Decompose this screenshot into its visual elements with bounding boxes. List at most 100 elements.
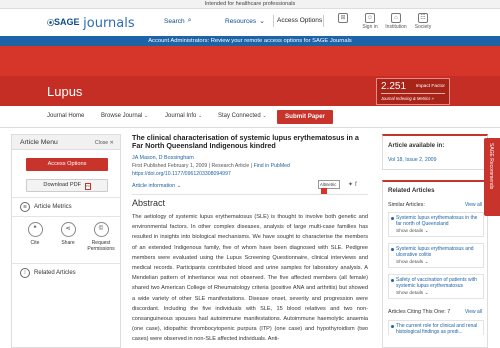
share-tools: ❝ Cite ⋖ Share © Request Permissions	[20, 222, 116, 262]
cart-icon: ⊞	[338, 13, 348, 23]
article-authors[interactable]: JA Mason, D Bossingham	[132, 155, 194, 161]
find-in-pubmed-link[interactable]: Find in PubMed	[254, 163, 290, 169]
show-details-label: Show details	[396, 291, 424, 297]
similar-article-title[interactable]: Systemic lupus erythematosus in the far …	[389, 213, 483, 227]
chevron-down-icon: ⌄	[424, 291, 429, 297]
site-header: ⦿SAGE journals Search ⌕ Resources ⌄ Acce…	[0, 9, 500, 36]
submit-paper-button[interactable]: Submit Paper	[277, 110, 333, 124]
admin-access-notice[interactable]: Account Administrators: Review your remo…	[0, 36, 500, 46]
article-title: The clinical characterisation of systemi…	[132, 133, 359, 151]
right-sidebar: Article available in: Vol 18, Issue 2, 2…	[382, 134, 488, 348]
request-permissions-button[interactable]: © Request Permissions	[86, 222, 116, 252]
show-details-toggle[interactable]: Show details ⌄	[389, 227, 483, 236]
metrics-icon: ≋	[20, 202, 30, 212]
citing-articles-heading: Articles Citing This One: 7	[388, 309, 451, 315]
menu-divider	[12, 197, 120, 198]
similar-article-title[interactable]: Systemic lupus erythematosus and ulcerat…	[389, 244, 483, 258]
view-all-citing-link[interactable]: View all	[465, 309, 482, 315]
impact-factor-box[interactable]: 2.251 Impact Factor Journal Indexing & M…	[376, 78, 450, 105]
close-icon: ✕	[109, 140, 114, 146]
available-in-title: Article available in:	[388, 142, 445, 149]
twitter-icon[interactable]: ✦	[348, 182, 355, 188]
chevron-down-icon: ⌄	[259, 18, 265, 25]
cite-label: Cite	[30, 240, 40, 246]
similar-article-title[interactable]: Safety of vaccination of patients with s…	[389, 275, 483, 289]
sign-in-label: Sign in	[362, 24, 378, 30]
journal-title[interactable]: Lupus	[47, 84, 82, 99]
related-articles-title: Related Articles	[388, 187, 435, 194]
show-details-label: Show details	[396, 260, 424, 266]
article-information-toggle[interactable]: Article information ⌄	[132, 183, 181, 189]
close-label: Close	[94, 140, 109, 146]
citing-article-title[interactable]: The current role for clinical and renal …	[389, 321, 483, 335]
separator: |	[208, 163, 211, 169]
society-icon: ☷	[418, 13, 428, 23]
similar-article-item[interactable]: Systemic lupus erythematosus in the far …	[388, 212, 484, 238]
show-details-toggle[interactable]: Show details ⌄	[389, 258, 483, 267]
related-articles-label: Related Articles	[34, 270, 76, 276]
chevron-down-icon: ⌄	[262, 113, 267, 119]
related-articles-box: Related Articles Similar Articles: View …	[382, 180, 488, 348]
access-options-label: Access Options	[277, 17, 323, 24]
header-resources-menu[interactable]: Resources ⌄	[225, 17, 265, 26]
article-metrics-link[interactable]: ≋ Article Metrics	[20, 202, 72, 212]
article-menu-title: Article Menu	[20, 139, 58, 146]
article-type: Research Article	[211, 163, 250, 169]
nav-connected-label: Stay Connected	[218, 113, 261, 119]
nav-browse-journal[interactable]: Browse Journal ⌄	[101, 113, 148, 119]
doi-link[interactable]: https://doi.org/10.1177/0961203308094997	[132, 171, 231, 177]
cite-button[interactable]: ❝ Cite	[20, 222, 50, 246]
publication-info: First Published February 1, 2009 | Resea…	[132, 163, 290, 169]
abstract-heading: Abstract	[132, 198, 166, 208]
nav-journal-home[interactable]: Journal Home	[47, 113, 84, 119]
access-options-button[interactable]: Access Options	[26, 158, 108, 171]
chevron-down-icon: ⌄	[144, 113, 149, 119]
download-pdf-button[interactable]: Download PDF PDF	[26, 179, 108, 192]
article-metrics-label: Article Metrics	[34, 204, 72, 210]
similar-article-item[interactable]: Safety of vaccination of patients with s…	[388, 274, 484, 300]
altmetric-label: Altmetric	[320, 182, 337, 187]
menu-divider	[12, 263, 120, 264]
sage-recommends-tab[interactable]: SAGE Recommends	[484, 138, 500, 216]
sage-logo-mark-icon: ⦿	[47, 19, 54, 27]
header-search-button[interactable]: Search ⌕	[164, 17, 192, 25]
share-icon: ⋖	[60, 222, 76, 237]
facebook-icon[interactable]: f	[355, 182, 359, 188]
share-label: Share	[61, 240, 75, 246]
show-details-toggle[interactable]: Show details ⌄	[389, 289, 483, 298]
nav-browse-label: Browse Journal	[101, 113, 143, 119]
search-label: Search	[164, 17, 185, 25]
article-information-label: Article information	[132, 183, 176, 189]
healthcare-professionals-notice: Intended for healthcare professionals	[0, 0, 500, 9]
header-access-options[interactable]: Access Options	[277, 17, 322, 24]
logo-sage-text: SAGE	[54, 17, 80, 27]
institution-icon: ⌂	[391, 13, 401, 23]
similar-article-item[interactable]: Systemic lupus erythematosus and ulcerat…	[388, 243, 484, 269]
chevron-down-icon: ⌄	[198, 113, 203, 119]
pdf-icon: PDF	[84, 183, 92, 190]
view-all-similar-link[interactable]: View all	[465, 202, 482, 208]
article-menu-body: Access Options Download PDF PDF ≋ Articl…	[11, 150, 121, 348]
share-button[interactable]: ⋖ Share	[53, 222, 83, 246]
issue-link[interactable]: Vol 18, Issue 2, 2009	[388, 157, 436, 163]
nav-journal-info[interactable]: Journal Info ⌄	[165, 113, 202, 119]
journal-nav: Journal Home Browse Journal ⌄ Journal In…	[0, 106, 500, 128]
journal-indexing-link[interactable]: Journal Indexing & Metrics »	[381, 96, 434, 101]
sage-journals-logo[interactable]: ⦿SAGE journals	[47, 15, 135, 31]
chevron-down-icon: ⌄	[424, 260, 429, 266]
cart-button[interactable]: ⊞	[328, 13, 358, 24]
article-menu-close[interactable]: Close ✕	[95, 140, 114, 146]
altmetric-badge[interactable]: Altmetric	[318, 180, 340, 194]
society-label: Society	[414, 24, 432, 30]
institution-label: Institution	[385, 24, 407, 30]
chevron-down-icon: ⌄	[176, 183, 182, 189]
divider	[132, 194, 368, 195]
nav-stay-connected[interactable]: Stay Connected ⌄	[218, 113, 267, 119]
quote-icon: ❝	[27, 222, 43, 237]
header-divider	[323, 15, 324, 27]
institution-button[interactable]: ⌂ Institution	[381, 13, 411, 30]
society-button[interactable]: ☷ Society	[408, 13, 438, 30]
related-articles-link[interactable]: ⁞ Related Articles	[20, 268, 76, 278]
citing-article-item[interactable]: The current role for clinical and renal …	[388, 320, 484, 336]
search-icon: ⌕	[187, 17, 192, 24]
